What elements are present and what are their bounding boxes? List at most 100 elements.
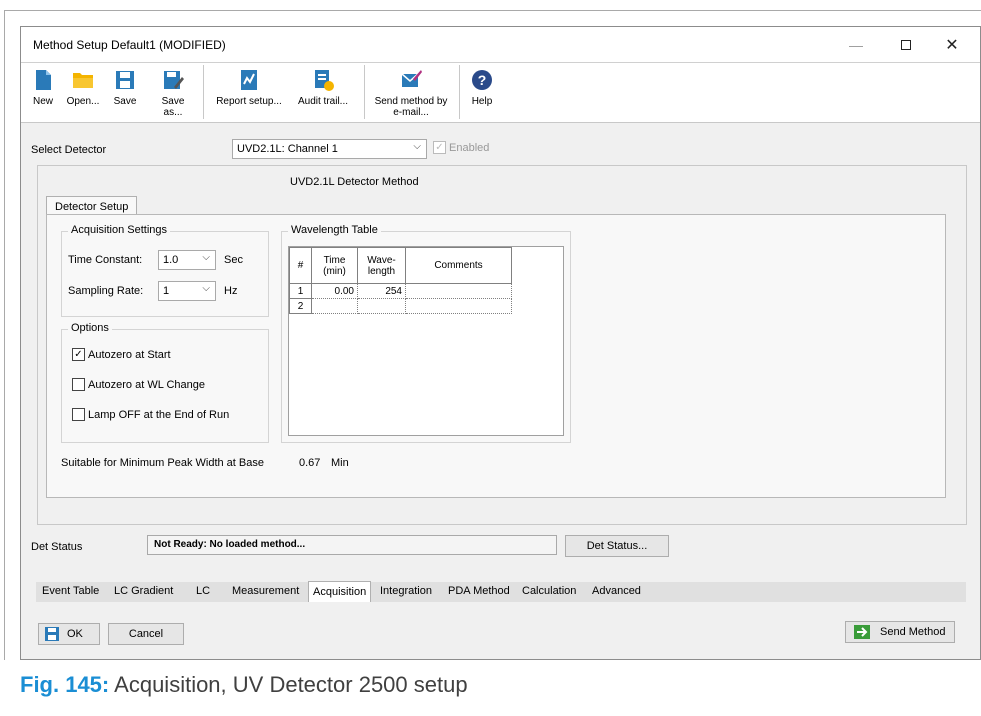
select-detector-label: Select Detector bbox=[31, 144, 107, 156]
wavelength-grid[interactable]: # Time (min) Wave- length Comments 1 0.0… bbox=[288, 246, 564, 436]
save-as-label: Save as... bbox=[161, 96, 185, 118]
wavelength-cell[interactable] bbox=[357, 298, 406, 314]
ok-button[interactable]: OK bbox=[38, 623, 100, 645]
sampling-rate-dropdown[interactable]: 1 ⌵ bbox=[158, 281, 216, 301]
toolbar-separator bbox=[203, 65, 204, 119]
send-method-button[interactable]: Send Method bbox=[845, 621, 955, 643]
col-wave: Wave- length bbox=[357, 247, 406, 284]
close-button[interactable]: ✕ bbox=[937, 33, 967, 57]
send-method-label: Send Method bbox=[880, 626, 946, 638]
toolbar-separator bbox=[459, 65, 460, 119]
enabled-checkbox[interactable]: ✓ bbox=[433, 141, 446, 154]
bottom-tab-bar: Event Table LC Gradient LC Measurement A… bbox=[36, 581, 966, 602]
title-bar: Method Setup Default1 (MODIFIED) — ✕ bbox=[21, 27, 980, 63]
time-constant-label: Time Constant: bbox=[68, 254, 143, 266]
enabled-label: Enabled bbox=[449, 142, 490, 154]
autozero-start-checkbox[interactable]: ✓ bbox=[72, 348, 85, 361]
maximize-button[interactable] bbox=[891, 33, 921, 57]
row-num: 2 bbox=[289, 298, 312, 314]
wavelength-table-title: Wavelength Table bbox=[288, 224, 381, 236]
toolbar: New Open... Save Save as... Report setup… bbox=[21, 63, 980, 123]
col-time-line2: (min) bbox=[323, 265, 346, 277]
lamp-off-label: Lamp OFF at the End of Run bbox=[88, 409, 230, 421]
sampling-rate-value: 1 bbox=[163, 285, 170, 297]
ok-label: OK bbox=[67, 628, 83, 640]
window-title: Method Setup Default1 (MODIFIED) bbox=[33, 38, 226, 52]
time-cell[interactable] bbox=[311, 298, 358, 314]
cancel-label: Cancel bbox=[128, 628, 164, 640]
wavelength-table-group: Wavelength Table # Time (min) Wave- leng… bbox=[281, 224, 571, 443]
figure-caption: Fig. 145: Acquisition, UV Detector 2500 … bbox=[20, 672, 468, 698]
time-constant-value: 1.0 bbox=[163, 254, 179, 266]
tab-pda-method[interactable]: PDA Method bbox=[448, 585, 510, 597]
detector-method-panel: UVD2.1L Detector Method Detector Setup A… bbox=[37, 165, 967, 525]
tab-calculation[interactable]: Calculation bbox=[522, 585, 576, 597]
open-folder-icon bbox=[73, 73, 93, 88]
detector-dropdown-value: UVD2.1L: Channel 1 bbox=[237, 143, 338, 155]
report-setup-label: Report setup... bbox=[216, 96, 282, 107]
new-label: New bbox=[32, 96, 53, 107]
save-button[interactable]: Save bbox=[109, 65, 141, 121]
send-method-email-button[interactable]: Send method by e-mail... bbox=[371, 65, 451, 121]
autozero-start-label: Autozero at Start bbox=[88, 349, 171, 361]
tab-advanced[interactable]: Advanced bbox=[592, 585, 641, 597]
det-status-button[interactable]: Det Status... bbox=[565, 535, 669, 557]
lamp-off-checkbox[interactable] bbox=[72, 408, 85, 421]
save-as-icon bbox=[164, 71, 184, 89]
time-constant-dropdown[interactable]: 1.0 ⌵ bbox=[158, 250, 216, 270]
detector-method-heading: UVD2.1L Detector Method bbox=[290, 176, 419, 188]
save-disk-icon bbox=[45, 627, 59, 641]
send-method-label-2: e-mail... bbox=[393, 107, 429, 118]
time-cell[interactable]: 0.00 bbox=[311, 283, 358, 299]
minimize-button[interactable]: — bbox=[841, 33, 871, 57]
tab-lc[interactable]: LC bbox=[196, 585, 210, 597]
send-method-label-1: Send method by bbox=[374, 96, 448, 107]
peak-width-value: 0.67 bbox=[299, 457, 321, 469]
tab-event-table[interactable]: Event Table bbox=[42, 585, 99, 597]
acquisition-settings-title: Acquisition Settings bbox=[68, 224, 170, 236]
chevron-down-icon: ⌵ bbox=[413, 141, 421, 152]
col-num: # bbox=[289, 247, 312, 284]
comments-cell[interactable] bbox=[405, 283, 512, 299]
figure-number: Fig. 145: bbox=[20, 672, 110, 697]
autozero-wl-change-checkbox[interactable] bbox=[72, 378, 85, 391]
time-constant-unit: Sec bbox=[224, 254, 243, 266]
wavelength-table: # Time (min) Wave- length Comments 1 0.0… bbox=[289, 247, 512, 314]
method-setup-window: Method Setup Default1 (MODIFIED) — ✕ New… bbox=[20, 26, 981, 660]
table-row[interactable]: 2 bbox=[289, 298, 512, 314]
detector-setup-page: Acquisition Settings Time Constant: 1.0 … bbox=[46, 214, 946, 498]
open-label: Open... bbox=[66, 96, 100, 107]
maximize-icon bbox=[901, 40, 911, 50]
detector-dropdown[interactable]: UVD2.1L: Channel 1 ⌵ bbox=[232, 139, 427, 159]
save-label: Save bbox=[113, 96, 137, 107]
det-status-field: Not Ready: No loaded method... bbox=[147, 535, 557, 555]
table-row[interactable]: 1 0.00 254 bbox=[289, 283, 512, 299]
tab-lc-gradient[interactable]: LC Gradient bbox=[114, 585, 173, 597]
col-time: Time (min) bbox=[311, 247, 358, 284]
new-button[interactable]: New bbox=[27, 65, 59, 121]
tab-measurement[interactable]: Measurement bbox=[232, 585, 299, 597]
toolbar-separator bbox=[364, 65, 365, 119]
tab-detector-setup-label: Detector Setup bbox=[55, 201, 129, 213]
help-button[interactable]: ? Help bbox=[467, 65, 497, 121]
det-status-button-label: Det Status... bbox=[586, 540, 648, 552]
peak-width-unit: Min bbox=[331, 457, 349, 469]
report-setup-button[interactable]: Report setup... bbox=[211, 65, 287, 121]
figure-caption-text: Acquisition, UV Detector 2500 setup bbox=[114, 672, 468, 697]
tab-integration[interactable]: Integration bbox=[380, 585, 432, 597]
cancel-button[interactable]: Cancel bbox=[108, 623, 184, 645]
col-wave-line2: length bbox=[367, 265, 396, 277]
row-num: 1 bbox=[289, 283, 312, 299]
wavelength-cell[interactable]: 254 bbox=[357, 283, 406, 299]
audit-trail-button[interactable]: Audit trail... bbox=[289, 65, 357, 121]
save-as-button[interactable]: Save as... bbox=[151, 65, 195, 121]
open-button[interactable]: Open... bbox=[63, 65, 103, 121]
comments-cell[interactable] bbox=[405, 298, 512, 314]
audit-trail-label: Audit trail... bbox=[297, 96, 349, 107]
help-label: Help bbox=[471, 96, 493, 107]
peak-width-label: Suitable for Minimum Peak Width at Base bbox=[61, 457, 264, 469]
sampling-rate-unit: Hz bbox=[224, 285, 238, 297]
det-status-value: Not Ready: No loaded method... bbox=[154, 539, 306, 550]
tab-acquisition[interactable]: Acquisition bbox=[308, 581, 372, 602]
new-document-icon bbox=[36, 70, 51, 90]
